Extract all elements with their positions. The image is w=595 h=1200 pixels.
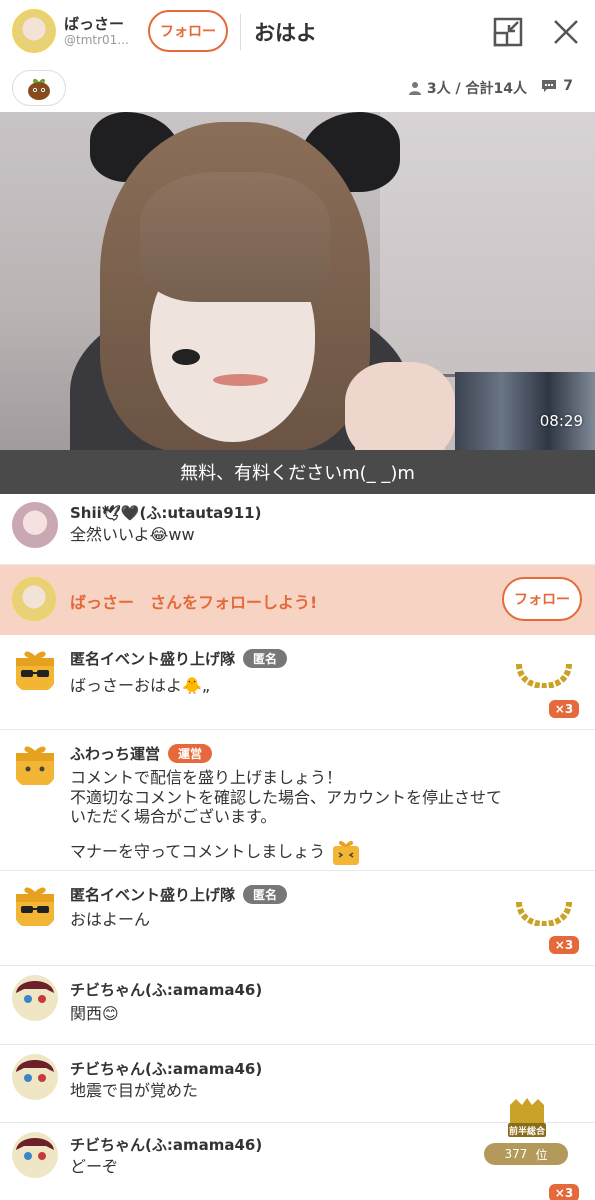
banner-follow-button[interactable]: フォロー	[502, 577, 582, 621]
comment-row: チビちゃん(ふ:amama46) 関西😊	[0, 967, 595, 1045]
streamer-avatar[interactable]	[12, 9, 56, 53]
comment-count: 7	[541, 78, 573, 94]
comment-text: コメントで配信を盛り上げましょう！	[70, 768, 343, 787]
commenter-name[interactable]: チビちゃん(ふ:amama46)	[70, 979, 262, 1000]
stream-info-bar: 3人 / 合計14人 7	[0, 66, 595, 110]
minimize-icon[interactable]	[492, 16, 524, 48]
anonymous-tag: 匿名	[243, 885, 288, 904]
commenter-name[interactable]: Shii🕊🖤(ふ:utauta911)	[70, 502, 261, 523]
comment-row: Shii🕊🖤(ふ:utauta911) 全然いいよ😂ww	[0, 494, 595, 565]
video-lips	[213, 374, 268, 386]
person-icon	[408, 82, 421, 95]
commenter-name[interactable]: 匿名イベント盛り上げ隊 匿名	[70, 648, 288, 669]
video-fringe	[140, 172, 330, 302]
stream-caption: 無料、有料くださいm(_ _)m	[0, 450, 595, 494]
commenter-name-text: 匿名イベント盛り上げ隊	[70, 650, 236, 668]
commenter-name[interactable]: 匿名イベント盛り上げ隊 匿名	[70, 884, 288, 905]
video-clothes	[455, 372, 595, 450]
rank-label: 前半総合	[509, 1125, 546, 1137]
follow-banner: ばっさー さんをフォローしよう! フォロー	[0, 565, 595, 635]
comment-text-line2: 不適切なコメントを確認した場合、アカウントを停止させて	[70, 788, 503, 807]
streamer-name[interactable]: ばっさー	[64, 13, 124, 34]
comment-text: 地震で目が覚めた	[70, 1081, 199, 1100]
banner-avatar[interactable]	[12, 577, 56, 621]
elapsed-time: 08:29	[539, 412, 583, 430]
viewer-count: 3人 / 合計14人	[408, 78, 527, 98]
gift-count-badge: ×3	[549, 700, 579, 718]
comment-text: おはよーん	[70, 910, 151, 929]
follow-banner-text: ばっさー さんをフォローしよう!	[70, 593, 318, 612]
laurel-icon	[516, 901, 572, 926]
laurel-icon	[516, 663, 572, 688]
comment-text: 全然いいよ😂ww	[70, 525, 195, 544]
comment-text: どーぞ	[70, 1157, 119, 1176]
gift-count-badge: ×3	[549, 1184, 579, 1200]
comment-row: ふわっち運営 運営 コメントで配信を盛り上げましょう！ 不適切なコメントを確認し…	[0, 731, 595, 871]
official-tag: 運営	[168, 744, 213, 763]
video-hand	[345, 362, 455, 450]
close-icon[interactable]	[550, 16, 582, 48]
gift-count-badge: ×3	[549, 936, 579, 954]
commenter-name[interactable]: チビちゃん(ふ:amama46)	[70, 1134, 262, 1155]
streamer-id: @tmtr01...	[64, 33, 129, 47]
gift-box-avatar-icon[interactable]	[12, 648, 58, 694]
viewer-count-text: 3人 / 合計14人	[426, 81, 527, 97]
chibi-avatar-icon[interactable]	[12, 1054, 58, 1100]
video-eye	[172, 349, 200, 365]
chibi-avatar-icon[interactable]	[12, 1132, 58, 1178]
commenter-name-text: ふわっち運営	[70, 745, 161, 763]
commenter-avatar[interactable]	[12, 502, 58, 548]
comment-row: 匿名イベント盛り上げ隊 匿名 おはよーん ×3	[0, 872, 595, 966]
commenter-name-text: 匿名イベント盛り上げ隊	[70, 886, 236, 904]
stream-title: おはよ	[254, 21, 317, 45]
chestnut-icon	[28, 78, 50, 100]
comment-text-line3: いただく場合がございます。	[70, 807, 277, 826]
rank-pill[interactable]: 377 位	[484, 1143, 568, 1165]
comment-row: 匿名イベント盛り上げ隊 匿名 ばっさーおはよ🐥„ ×3	[0, 636, 595, 730]
rank-value: 377	[504, 1147, 528, 1161]
level-badge[interactable]	[12, 70, 66, 106]
comment-text: 関西😊	[70, 1004, 119, 1023]
fuwacchi-avatar-icon[interactable]	[12, 743, 58, 789]
rank-trophy-icon[interactable]: 前半総合	[504, 1097, 550, 1141]
comment-text-line4-text: マナーを守ってコメントしましょう	[70, 842, 326, 861]
live-video[interactable]: 08:29	[0, 112, 595, 450]
comment-count-text: 7	[563, 78, 573, 94]
rank-unit: 位	[535, 1147, 548, 1162]
commenter-name[interactable]: ふわっち運営 運営	[70, 743, 213, 764]
stream-header: ばっさー @tmtr01... フォロー おはよ	[0, 0, 595, 64]
commenter-name[interactable]: チビちゃん(ふ:amama46)	[70, 1058, 262, 1079]
chibi-avatar-icon[interactable]	[12, 975, 58, 1021]
comment-icon	[542, 80, 557, 92]
follow-button[interactable]: フォロー	[148, 10, 228, 52]
comment-text: ばっさーおはよ🐥„	[70, 676, 211, 695]
comment-text-line4: マナーを守ってコメントしましょう	[70, 838, 361, 866]
mascot-emoji-icon	[333, 840, 360, 865]
header-divider	[240, 14, 241, 50]
anonymous-tag: 匿名	[243, 649, 288, 668]
gift-box-avatar-icon[interactable]	[12, 884, 58, 930]
